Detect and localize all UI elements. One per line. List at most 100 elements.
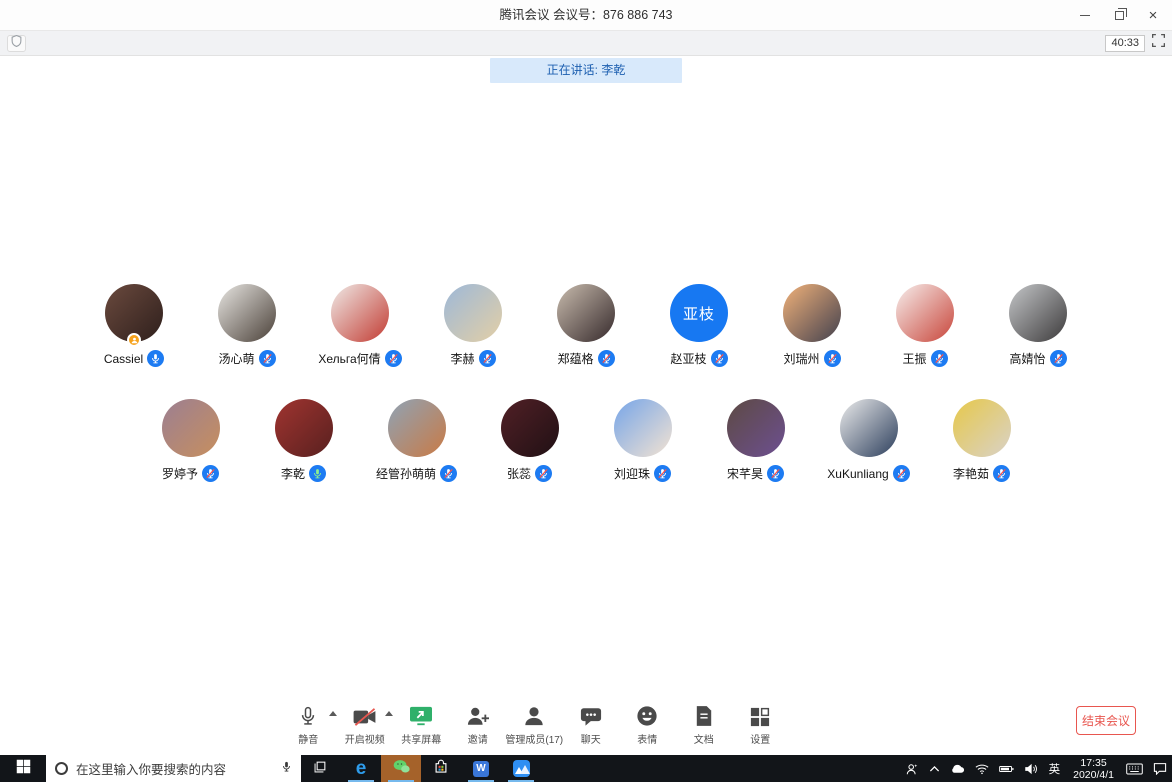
participant-tile[interactable]: 高婧怡 [982,284,1095,367]
ime-language-indicator[interactable]: 英 [1043,755,1067,782]
participant-avatar [444,284,502,342]
close-button[interactable]: × [1136,0,1170,30]
security-shield-button[interactable] [7,34,26,52]
mic-status-icon[interactable] [440,465,457,482]
toolbar-button-members[interactable]: 管理成员(17) [505,702,563,746]
mic-status-icon[interactable] [478,350,496,367]
mic-status-icon[interactable] [202,465,219,482]
taskbar-app-wps[interactable]: W [461,755,501,782]
search-mic-icon[interactable] [281,759,292,779]
toolbar-button-invite[interactable]: 邀请 [450,702,507,746]
participant-tile[interactable]: XuKunliang [812,399,925,482]
shield-icon [11,34,22,52]
toolbar-button-label: 文档 [693,735,714,746]
participant-tile[interactable]: 亚枝 赵亚枝 [643,284,756,367]
mic-status-icon[interactable] [309,465,326,482]
participant-avatar [274,399,333,457]
toolbar-buttons: 静音 开启视频 共享屏幕 邀请 管理成员(17) 聊天 表情 文档 设置 [280,702,789,746]
mic-status-icon[interactable] [147,350,165,367]
mic-icon [298,702,318,727]
participant-name-row: 汤心萌 [218,350,276,367]
mic-status-icon[interactable] [597,350,615,367]
participant-tile[interactable]: 王振 [869,284,982,367]
participant-avatar [500,399,559,457]
wifi-icon[interactable] [970,755,994,782]
participant-tile[interactable]: 郑蕴格 [530,284,643,367]
toolbar-button-camera-off[interactable]: 开启视频 [337,702,393,746]
avatar-initials: 亚枝 [682,305,715,323]
taskbar-clock[interactable]: 17:35 2020/4/1 [1066,755,1121,782]
windows-taskbar: 在这里输入你要搜索的内容 e W 英 17:35 2020/4/1 [0,755,1172,782]
start-button[interactable] [0,755,46,782]
taskbar-app-store[interactable] [421,755,461,782]
participant-name-row: 罗婷予 [162,465,219,482]
participant-tile[interactable]: 张蕊 [473,399,586,482]
battery-icon[interactable] [994,755,1019,782]
mic-status-icon[interactable] [710,350,728,367]
participant-tile[interactable]: 经管孙萌萌 [360,399,473,482]
participant-tile[interactable]: 刘瑞州 [756,284,869,367]
restore-button[interactable] [1102,0,1136,30]
toolbar-button-mic[interactable]: 静音 [280,702,337,746]
toolbar-button-docs[interactable]: 文档 [676,702,733,746]
taskbar-app-wechat[interactable] [381,755,421,782]
participant-name-row: 李赫 [450,350,496,367]
camera-off-icon [352,702,377,727]
caret-up-icon[interactable] [385,711,393,716]
task-view-button[interactable] [301,755,341,782]
people-button[interactable] [901,755,924,782]
participant-tile[interactable]: 李乾 [247,399,360,482]
meeting-toolbar: 静音 开启视频 共享屏幕 邀请 管理成员(17) 聊天 表情 文档 设置 结束会议 [0,697,1172,755]
mic-status-icon[interactable] [823,350,841,367]
toolbar-button-share-screen[interactable]: 共享屏幕 [393,702,450,746]
participant-tile[interactable]: 罗婷予 [134,399,247,482]
participant-name-row: 刘迎珠 [614,465,671,482]
mic-status-icon[interactable] [1049,350,1067,367]
taskbar-app-edge[interactable]: e [341,755,381,782]
mic-status-icon[interactable] [993,465,1010,482]
participant-name: 刘迎珠 [613,467,650,481]
participant-avatar: 亚枝 [670,284,728,342]
volume-icon[interactable] [1019,755,1043,782]
participant-tile[interactable]: 汤心萌 [191,284,304,367]
participant-tile[interactable]: 宋芊昊 [699,399,812,482]
participant-tile[interactable]: 李艳茹 [925,399,1038,482]
toolbar-button-label: 聊天 [580,735,601,746]
action-center-button[interactable] [1148,755,1172,782]
fullscreen-button[interactable] [1152,34,1165,52]
host-badge-icon [127,333,141,347]
hidden-icons-chevron[interactable] [924,755,945,782]
mic-status-icon[interactable] [535,465,552,482]
search-placeholder-text: 在这里输入你要搜索的内容 [76,763,227,777]
touch-keyboard-button[interactable] [1121,755,1148,782]
restore-icon [1114,7,1127,20]
onedrive-cloud-icon[interactable] [945,755,970,782]
mic-status-icon[interactable] [654,465,671,482]
mic-status-icon[interactable] [767,465,784,482]
participant-name: 罗婷予 [161,467,198,481]
participant-tile[interactable]: Хельга何倩 [304,284,417,367]
mic-status-icon[interactable] [384,350,402,367]
meeting-stage: 正在讲话: 李乾 Cassiel 汤心萌 Хельга何倩 李赫 郑蕴格 亚枝 赵亚枝 刘瑞州… [0,56,1172,755]
toolbar-button-chat[interactable]: 聊天 [563,702,620,746]
participant-tile[interactable]: Cassiel [78,284,191,367]
mic-status-icon[interactable] [258,350,276,367]
toolbar-button-emoji[interactable]: 表情 [619,702,676,746]
participant-name-row: 张蕊 [507,465,552,482]
docs-icon [695,702,713,727]
participant-tile[interactable]: 刘迎珠 [586,399,699,482]
mic-status-icon[interactable] [930,350,948,367]
participant-tile[interactable]: 李赫 [417,284,530,367]
taskbar-app-meeting[interactable] [501,755,541,782]
participant-name: 李乾 [280,467,305,481]
toolbar-button-settings[interactable]: 设置 [732,702,789,746]
end-meeting-button[interactable]: 结束会议 [1076,706,1136,735]
minimize-button[interactable] [1068,0,1102,30]
participant-name: 高婧怡 [1009,352,1046,366]
cortana-icon [55,762,68,775]
caret-up-icon[interactable] [328,711,337,716]
mic-status-icon[interactable] [892,465,910,482]
taskbar-search-input[interactable]: 在这里输入你要搜索的内容 [46,755,301,782]
participant-name: 郑蕴格 [557,352,594,366]
windows-logo-icon [16,759,31,779]
